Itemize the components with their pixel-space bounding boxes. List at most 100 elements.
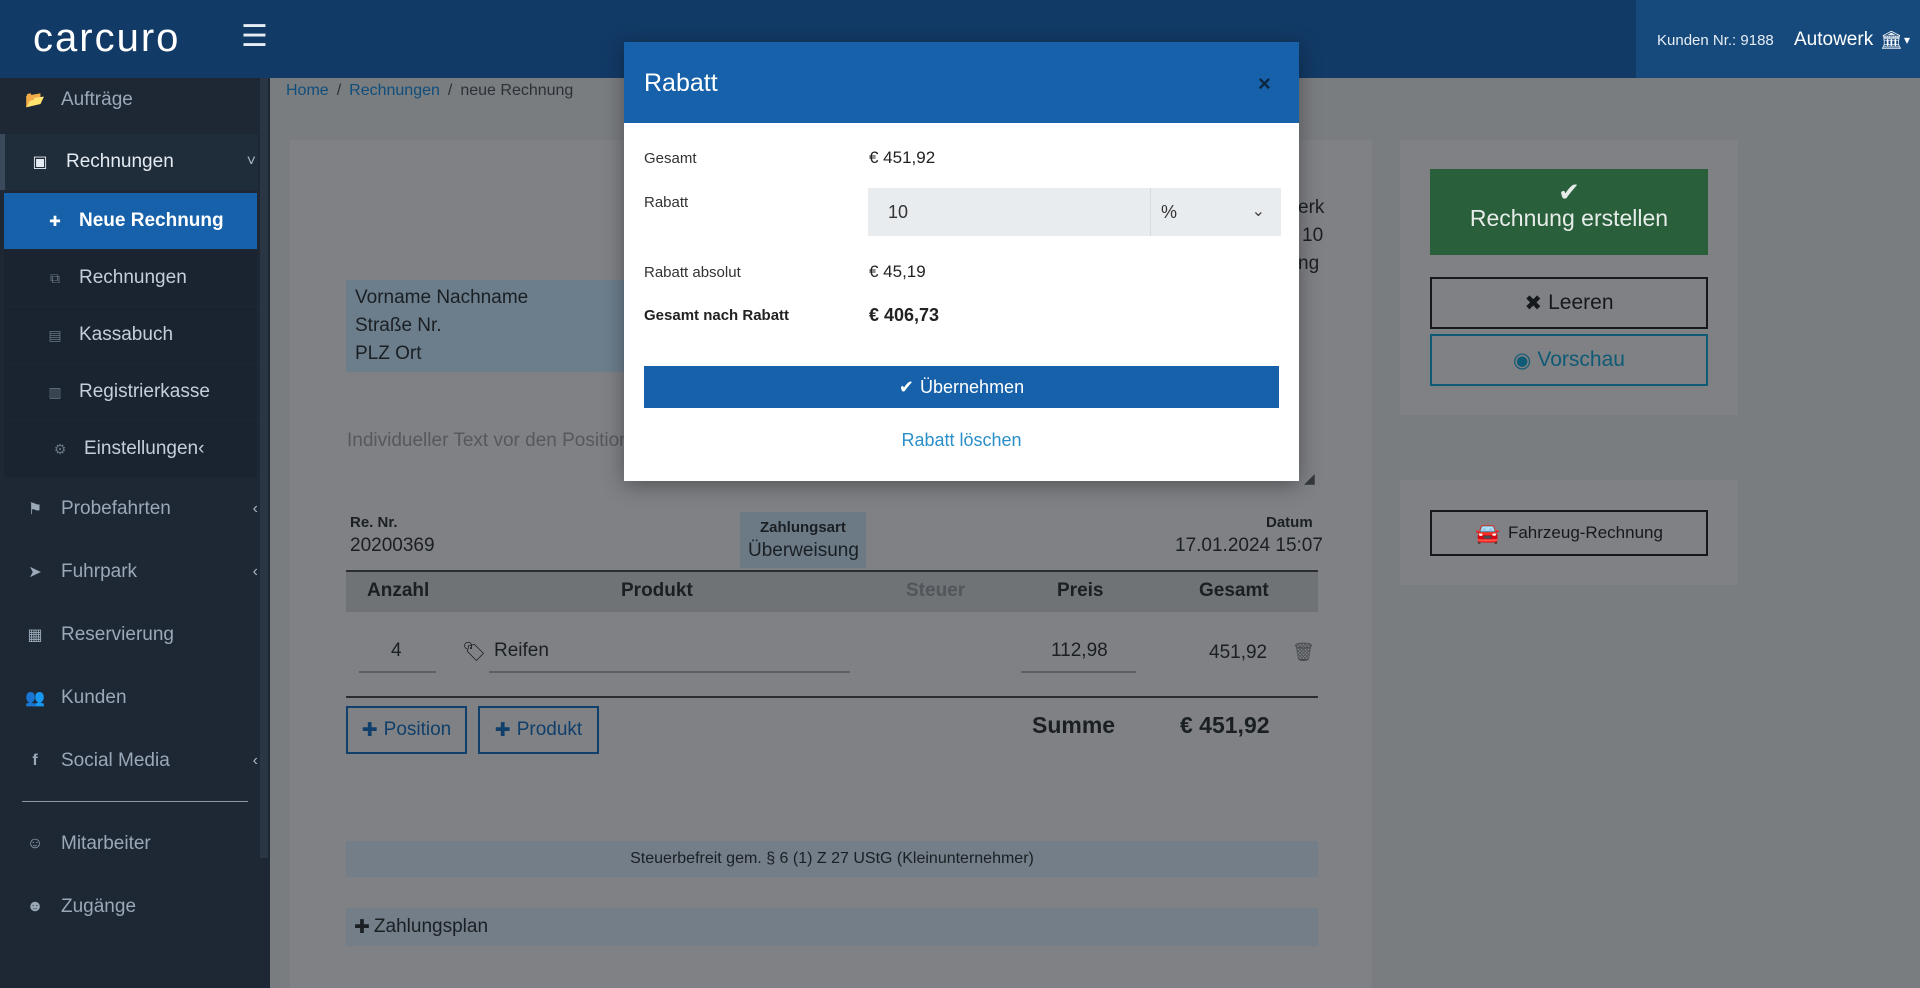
sidebar-subitem-label: Neue Rechnung (79, 210, 224, 231)
folder-open-icon: 📂 (25, 92, 45, 109)
sidebar-subitem-registrierkasse[interactable]: ▥ Registrierkasse (4, 364, 257, 420)
preview-button[interactable]: ◉ Vorschau (1430, 334, 1708, 386)
price-input[interactable]: 112,98 (1051, 640, 1108, 662)
discount-absolute-value: € 45,19 (869, 262, 926, 281)
add-product-button[interactable]: ✚ Produkt (478, 706, 599, 754)
clear-label: Leeren (1548, 291, 1614, 314)
row-total: 451,92 (1209, 642, 1268, 663)
product-input[interactable]: Reifen (494, 640, 549, 662)
sidebar-subitem-kassabuch[interactable]: ▤ Kassabuch (4, 307, 257, 363)
flag-icon: ⚑ (27, 501, 43, 518)
breadcrumb-home-link[interactable]: Home (286, 82, 329, 99)
caret-down-icon[interactable]: ▾ (1904, 33, 1910, 47)
resize-handle-icon[interactable]: ◢ (1304, 470, 1315, 487)
check-icon: ✔ (1558, 177, 1580, 207)
sidebar-scrollbar[interactable] (260, 78, 268, 858)
column-header-gesamt: Gesamt (1199, 580, 1269, 601)
sidebar-item-probefahrten[interactable]: ⚑ Probefahrten ‹ (0, 481, 258, 537)
table-divider (346, 696, 1318, 698)
preview-label: Vorschau (1537, 348, 1625, 371)
price-input-underline (1021, 671, 1136, 673)
product-input-underline (489, 671, 850, 673)
payment-method-label: Zahlungsart (760, 519, 846, 536)
sidebar-subitem-einstellungen[interactable]: ⚙ Einstellungen ‹ (4, 421, 257, 477)
plus-icon: ✚ (354, 916, 370, 938)
column-header-produkt: Produkt (621, 580, 693, 601)
modal-header (624, 42, 1299, 123)
app-logo[interactable]: carcuro (33, 16, 180, 61)
discount-absolute-label: Rabatt absolut (644, 264, 741, 281)
chevron-left-icon: ‹ (198, 438, 205, 459)
sidebar-divider (22, 801, 248, 802)
sidebar-item-rechnungen[interactable]: ▣ Rechnungen ˅ (0, 134, 258, 190)
total-after-discount-value: € 406,73 (869, 305, 940, 325)
sidebar-item-reservierung[interactable]: ▦ Reservierung (0, 607, 258, 663)
apply-label: Übernehmen (920, 376, 1025, 397)
breadcrumb-current: neue Rechnung (460, 82, 574, 99)
column-header-anzahl: Anzahl (367, 580, 430, 601)
delete-discount-link[interactable]: Rabatt löschen (624, 430, 1299, 451)
location-arrow-icon: ➤ (28, 564, 42, 581)
sidebar-item-mitarbeiter[interactable]: ☺ Mitarbeiter (0, 816, 258, 872)
tags-icon[interactable]: 🏷 (462, 640, 486, 664)
create-invoice-button[interactable]: ✔ Rechnung erstellen (1430, 169, 1708, 255)
discount-unit-select[interactable]: % ⌄ (1150, 188, 1281, 236)
total-value: € 451,92 (869, 148, 936, 167)
invoice-number: 20200369 (350, 535, 435, 556)
account-menu-button[interactable]: Autowerk (1794, 29, 1873, 51)
sidebar-item-label: Rechnungen (66, 151, 174, 172)
add-position-label: Position (383, 719, 452, 740)
customer-number: Kunden Nr.: 9188 (1657, 32, 1774, 49)
address-line: PLZ Ort (355, 343, 422, 364)
tax-note[interactable]: Steuerbefreit gem. § 6 (1) Z 27 UStG (Kl… (346, 841, 1318, 877)
book-icon: ▤ (48, 326, 62, 343)
total-label: Gesamt (644, 150, 697, 167)
chevron-left-icon: ‹ (252, 563, 258, 580)
breadcrumb-rechnungen-link[interactable]: Rechnungen (349, 82, 440, 99)
trash-icon[interactable]: 🗑 (1292, 642, 1315, 663)
plus-icon: ✚ (494, 719, 511, 741)
sidebar-subitem-neue-rechnung[interactable]: ✚ Neue Rechnung (4, 193, 257, 249)
payment-plan-toggle[interactable]: ✚ Zahlungsplan (346, 908, 1318, 946)
menu-toggle-icon[interactable]: ☰ (241, 22, 268, 52)
sidebar-item-auftraege[interactable]: 📂 Aufträge (0, 72, 258, 128)
clear-button[interactable]: ✖ Leeren (1430, 277, 1708, 329)
sidebar-item-label: Social Media (61, 750, 170, 771)
sidebar-item-kunden[interactable]: 👥 Kunden (0, 670, 258, 726)
date-label: Datum (1266, 514, 1313, 531)
users-icon: 👥 (25, 690, 45, 707)
sidebar-item-social-media[interactable]: f Social Media ‹ (0, 733, 258, 789)
sidebar-subitem-label: Rechnungen (79, 267, 187, 288)
chevron-left-icon: ‹ (252, 752, 258, 769)
company-address-fragment: ng (1298, 253, 1320, 274)
discount-label: Rabatt (644, 194, 689, 211)
sum-value: € 451,92 (1180, 712, 1270, 738)
plus-icon: ✚ (361, 719, 378, 741)
sidebar-item-label: Aufträge (61, 89, 133, 110)
discount-modal: Rabatt × Gesamt € 451,92 Rabatt % ⌄ Raba… (624, 42, 1299, 481)
user-circle-icon: ☻ (26, 898, 44, 915)
money-icon: ▣ (32, 154, 48, 171)
vehicle-invoice-label: Fahrzeug-Rechnung (1507, 523, 1663, 542)
vehicle-invoice-button[interactable]: 🚘 Fahrzeug-Rechnung (1430, 510, 1708, 556)
intro-text-field[interactable]: Individueller Text vor den Position (347, 430, 630, 452)
address-line: Straße Nr. (355, 315, 442, 336)
payment-method-value: Überweisung (748, 540, 859, 561)
invoice-date: 17.01.2024 15:07 (1175, 535, 1323, 556)
sidebar-item-fuhrpark[interactable]: ➤ Fuhrpark ‹ (0, 544, 258, 600)
add-position-button[interactable]: ✚ Position (346, 706, 467, 754)
company-address-fragment: 10 (1302, 225, 1324, 246)
sidebar-subitem-rechnungen[interactable]: ⧉ Rechnungen (4, 250, 257, 306)
sidebar-subitem-label: Einstellungen (84, 438, 199, 459)
car-icon: 🚘 (1475, 522, 1500, 545)
check-icon: ✔ (898, 376, 915, 397)
sum-label: Summe (1032, 712, 1116, 738)
close-icon[interactable]: × (1258, 71, 1271, 97)
sidebar-item-zugaenge[interactable]: ☻ Zugänge (0, 879, 258, 935)
calendar-icon: ▦ (27, 627, 43, 644)
discount-input[interactable] (868, 188, 1150, 236)
sidebar-item-label: Probefahrten (61, 498, 171, 519)
address-line: Vorname Nachname (355, 287, 529, 308)
apply-button[interactable]: ✔ Übernehmen (644, 366, 1279, 408)
quantity-input[interactable]: 4 (391, 640, 402, 662)
